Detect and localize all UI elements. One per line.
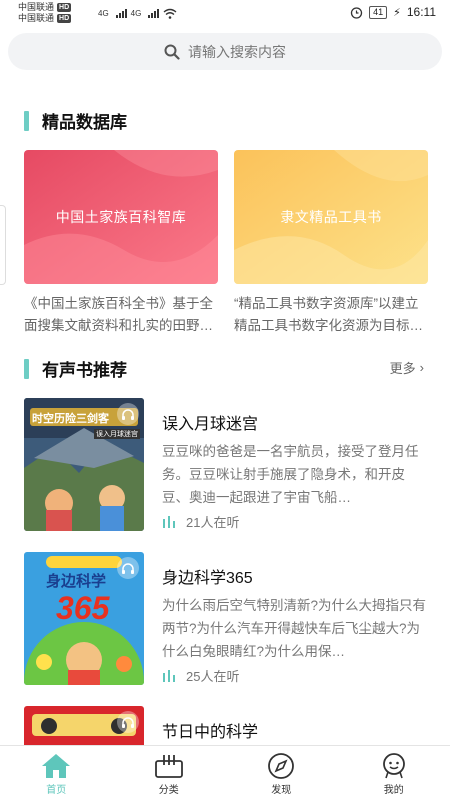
search-bar[interactable]: 请输入搜索内容	[8, 33, 442, 70]
audiobook-section-header: 有声书推荐	[24, 356, 127, 381]
network-type: 4G	[130, 9, 142, 18]
database-card-tujia[interactable]: 中国土家族百科智库	[24, 150, 218, 284]
hd-badge: HD	[57, 3, 72, 12]
section-accent-bar	[24, 358, 29, 379]
tab-label: 我的	[383, 785, 404, 796]
book-title: 节日中的科学	[162, 724, 259, 741]
carrier-info: 中国联通 HD 中国联通 HD	[18, 2, 72, 24]
listener-text: 21人在听	[186, 515, 240, 530]
tab-category[interactable]: 分类	[113, 746, 226, 800]
book-cover	[24, 706, 144, 745]
cover-subtitle: 误入月球迷宫	[94, 429, 140, 439]
wifi-icon	[163, 8, 177, 19]
charging-icon: ⚡	[393, 6, 401, 19]
signal-indicators: 4G 4G	[98, 8, 177, 19]
battery-level: 41	[369, 5, 388, 19]
alarm-icon	[350, 6, 363, 19]
search-placeholder: 请输入搜索内容	[188, 43, 286, 60]
hd-badge: HD	[57, 14, 72, 23]
search-icon	[164, 44, 180, 60]
tab-discover[interactable]: 发现	[225, 746, 338, 800]
carrier-2-label: 中国联通	[18, 13, 55, 23]
book-description: 豆豆咪的爸爸是一名宇航员，接受了登月任务。豆豆咪让射手施展了隐身术，和开皮豆、奥…	[162, 440, 426, 509]
audiobook-item[interactable]: 身边科学 365 身边科学365 为什么雨后空气特别清新?为什么大拇指只有两节?…	[24, 552, 428, 686]
network-type: 4G	[98, 9, 109, 18]
carrier-1-label: 中国联通	[18, 2, 55, 12]
section-title: 精品数据库	[42, 113, 127, 132]
listener-text: 25人在听	[186, 669, 240, 684]
book-description: 为什么雨后空气特别清新?为什么大拇指只有两节?为什么汽车开得越快车后飞尘越大?为…	[162, 594, 426, 663]
section-accent-bar	[24, 110, 29, 131]
home-icon	[41, 751, 71, 781]
status-bar: 中国联通 HD 中国联通 HD 4G 4G 41 ⚡ 16:11	[0, 0, 450, 28]
listener-count: 21人在听	[162, 512, 239, 531]
book-cover: 身边科学 365	[24, 552, 144, 685]
sound-bars-icon	[163, 515, 175, 528]
database-card-tools[interactable]: 隶文精品工具书	[234, 150, 428, 284]
database-description: 《中国土家族百科全书》基于全面搜集文献资料和扎实的田野调查，系统地介绍了土家族的…	[24, 293, 220, 337]
tab-profile[interactable]: 我的	[338, 746, 450, 800]
side-drawer-handle[interactable]	[0, 205, 6, 285]
audiobook-item[interactable]: 时空历险三剑客 误入月球迷宫 误入月球迷宫 豆豆咪的爸爸是一名宇航员，接受了登月…	[24, 398, 428, 532]
clock-time: 16:11	[406, 5, 436, 19]
tab-label: 分类	[158, 785, 179, 796]
headphone-icon	[117, 557, 139, 579]
app-screen: 中国联通 HD 中国联通 HD 4G 4G 41 ⚡ 16:11 请输入搜索内容…	[0, 0, 450, 800]
database-section-header: 精品数据库	[24, 108, 127, 133]
description-text: 豆豆咪的爸爸是一名宇航员，接受了登月任务。豆豆咪让射手施展了隐身术，和开皮豆、奥…	[162, 444, 419, 505]
listener-count: 25人在听	[162, 666, 239, 685]
description-text: “精品工具书数字资源库”以建立精品工具书数字化资源为目标，集成多种权威工具书	[234, 296, 423, 333]
headphone-icon	[117, 403, 139, 425]
card-title: 隶文精品工具书	[280, 209, 382, 225]
cover-title: 时空历险三剑客	[32, 413, 109, 425]
profile-icon	[380, 751, 408, 781]
signal-icon	[115, 9, 127, 18]
book-cover: 时空历险三剑客 误入月球迷宫	[24, 398, 144, 531]
audiobook-item[interactable]: 节日中的科学	[24, 706, 428, 745]
compass-icon	[267, 751, 295, 781]
status-right: 41 ⚡ 16:11	[350, 5, 436, 19]
bottom-tab-bar: 首页 分类 发现 我的	[0, 745, 450, 800]
section-title: 有声书推荐	[42, 361, 127, 380]
chevron-right-icon: ›	[419, 360, 424, 375]
category-icon	[154, 751, 184, 781]
tab-home[interactable]: 首页	[0, 746, 113, 800]
headphone-icon	[117, 711, 139, 733]
more-label: 更多	[389, 361, 416, 376]
signal-icon	[148, 9, 160, 18]
cover-subtitle: 365	[56, 590, 110, 626]
cover-title: 身边科学	[46, 573, 107, 590]
book-title: 误入月球迷宫	[162, 416, 259, 433]
tab-label: 首页	[46, 785, 67, 796]
card-title: 中国土家族百科智库	[55, 209, 187, 225]
more-button[interactable]: 更多 ›	[390, 358, 424, 377]
description-text: 《中国土家族百科全书》基于全面搜集文献资料和扎实的田野调查，系统地介绍了土家族的…	[24, 296, 213, 333]
book-title: 身边科学365	[162, 570, 253, 587]
sound-bars-icon	[163, 669, 175, 682]
description-text: 为什么雨后空气特别清新?为什么大拇指只有两节?为什么汽车开得越快车后飞尘越大?为…	[162, 598, 426, 659]
tab-label: 发现	[271, 785, 292, 796]
database-description: “精品工具书数字资源库”以建立精品工具书数字化资源为目标，集成多种权威工具书	[234, 293, 430, 337]
